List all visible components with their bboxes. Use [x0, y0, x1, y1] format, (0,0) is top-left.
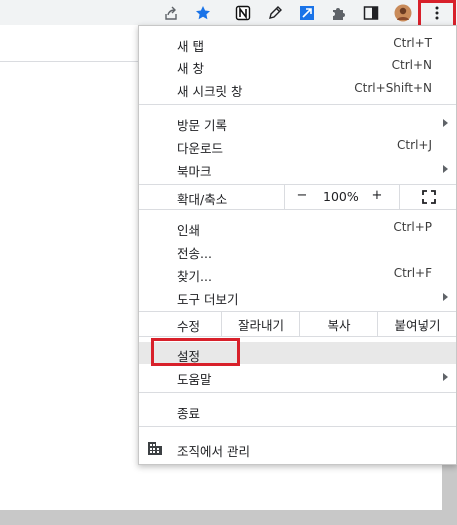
share-icon[interactable]: [160, 2, 182, 24]
page-divider: [0, 61, 138, 62]
fullscreen-icon: [421, 190, 436, 204]
new-window-label: 새 창: [177, 61, 204, 76]
notion-icon[interactable]: [232, 2, 254, 24]
menu-separator: [139, 104, 456, 105]
new-incognito-label: 새 시크릿 창: [177, 84, 243, 99]
pencil-icon[interactable]: [264, 2, 286, 24]
building-icon: [148, 442, 162, 455]
managed-label: 조직에서 관리: [177, 444, 250, 459]
menu-item-more-tools[interactable]: 도구 더보기: [139, 285, 456, 307]
zoom-label: 확대/축소: [177, 192, 228, 207]
menu-item-find[interactable]: 찾기... Ctrl+F: [139, 262, 456, 284]
menu-item-cast[interactable]: 전송...: [139, 239, 456, 261]
menu-item-new-window[interactable]: 새 창 Ctrl+N: [139, 54, 456, 76]
menu-separator: [139, 336, 456, 337]
more-tools-label: 도구 더보기: [177, 292, 239, 307]
menu-item-new-tab[interactable]: 새 탭 Ctrl+T: [139, 32, 456, 54]
zoom-value: 100%: [323, 189, 359, 204]
submenu-arrow-icon: [443, 373, 448, 381]
help-label: 도움말: [177, 372, 212, 387]
print-shortcut: Ctrl+P: [393, 220, 432, 234]
highlight-settings-box: [151, 338, 240, 366]
edit-row: 수정 잘라내기 복사 붙여넣기: [139, 312, 456, 336]
zoom-row: 확대/축소 − 100% +: [139, 185, 456, 209]
menu-separator: [139, 426, 456, 427]
menu-item-downloads[interactable]: 다운로드 Ctrl+J: [139, 134, 456, 156]
zoom-in-button[interactable]: +: [368, 187, 386, 205]
bookmark-star-icon[interactable]: [192, 2, 214, 24]
print-label: 인쇄: [177, 223, 201, 238]
new-window-shortcut: Ctrl+N: [391, 58, 432, 72]
find-label: 찾기...: [177, 269, 212, 284]
menu-item-history[interactable]: 방문 기록: [139, 111, 456, 133]
downloads-label: 다운로드: [177, 141, 224, 156]
exit-label: 종료: [177, 406, 201, 421]
side-panel-icon[interactable]: [360, 2, 382, 24]
puzzle-icon[interactable]: [328, 2, 350, 24]
edit-label: 수정: [177, 319, 201, 334]
cast-label: 전송...: [177, 246, 212, 261]
profile-avatar[interactable]: [392, 2, 414, 24]
menu-separator: [139, 209, 456, 210]
downloads-shortcut: Ctrl+J: [397, 138, 432, 152]
submenu-arrow-icon: [443, 119, 448, 127]
bookmarks-label: 북마크: [177, 164, 212, 179]
submenu-arrow-icon: [443, 293, 448, 301]
menu-separator: [139, 392, 456, 393]
find-shortcut: Ctrl+F: [393, 266, 432, 280]
new-incognito-shortcut: Ctrl+Shift+N: [354, 81, 432, 95]
paste-button[interactable]: 붙여넣기: [377, 312, 457, 336]
zoom-out-button[interactable]: −: [293, 187, 311, 205]
cut-button[interactable]: 잘라내기: [221, 312, 300, 336]
menu-item-exit[interactable]: 종료: [139, 399, 456, 421]
menu-item-help[interactable]: 도움말: [139, 365, 456, 387]
submenu-arrow-icon: [443, 165, 448, 173]
extension-blue-icon[interactable]: [296, 2, 318, 24]
history-label: 방문 기록: [177, 118, 227, 133]
new-tab-shortcut: Ctrl+T: [393, 36, 432, 50]
new-tab-label: 새 탭: [177, 39, 204, 54]
browser-toolbar: [0, 0, 457, 25]
fullscreen-button[interactable]: [399, 185, 457, 209]
chrome-main-menu: 새 탭 Ctrl+T 새 창 Ctrl+N 새 시크릿 창 Ctrl+Shift…: [138, 25, 457, 465]
menu-item-new-incognito[interactable]: 새 시크릿 창 Ctrl+Shift+N: [139, 77, 456, 99]
copy-button[interactable]: 복사: [299, 312, 378, 336]
menu-item-managed[interactable]: 조직에서 관리: [139, 437, 456, 459]
menu-item-print[interactable]: 인쇄 Ctrl+P: [139, 216, 456, 238]
menu-item-bookmarks[interactable]: 북마크: [139, 157, 456, 179]
